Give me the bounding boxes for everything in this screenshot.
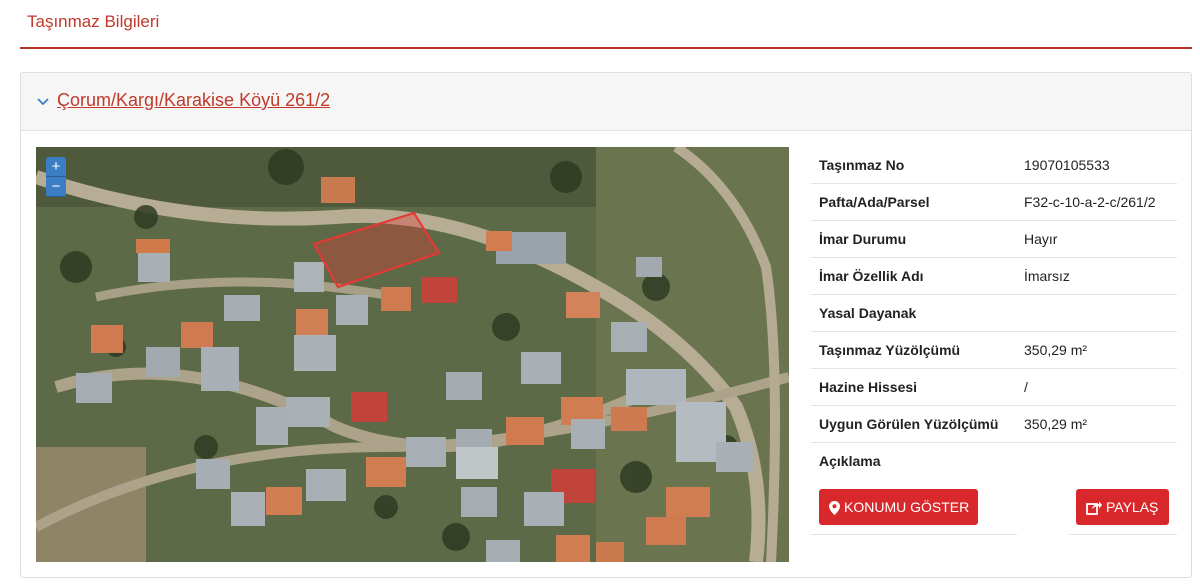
table-row: Uygun Görülen Yüzölçümü 350,29 m² [811, 406, 1177, 443]
zoom-out-button[interactable]: − [46, 177, 66, 197]
row-label: Hazine Hissesi [819, 379, 918, 395]
zoom-in-button[interactable]: + [46, 157, 66, 177]
row-label: Açıklama [819, 453, 881, 469]
parcel-panel: Çorum/Kargı/Karakise Köyü 261/2 + − Taşı… [20, 72, 1192, 578]
table-row: Açıklama [811, 443, 1177, 480]
share-label: PAYLAŞ [1106, 499, 1159, 515]
row-label: Taşınmaz No [819, 157, 905, 173]
parcel-title-link[interactable]: Çorum/Kargı/Karakise Köyü 261/2 [57, 90, 330, 111]
table-row: Yasal Dayanak [811, 295, 1177, 332]
divider [811, 534, 1017, 535]
row-label: İmar Durumu [819, 231, 907, 247]
table-row: İmar Durumu Hayır [811, 221, 1177, 258]
show-location-button[interactable]: KONUMU GÖSTER [819, 489, 978, 525]
row-value: İmarsız [1024, 268, 1070, 284]
divider [1069, 534, 1177, 535]
zoom-control: + − [46, 157, 66, 197]
share-icon [1086, 501, 1102, 516]
row-label: Yasal Dayanak [819, 305, 917, 321]
table-row: Pafta/Ada/Parsel F32-c-10-a-2-c/261/2 [811, 184, 1177, 221]
parcel-map[interactable]: + − [36, 147, 789, 562]
parcel-panel-header[interactable]: Çorum/Kargı/Karakise Köyü 261/2 [21, 73, 1191, 131]
satellite-imagery [36, 147, 789, 562]
row-value: F32-c-10-a-2-c/261/2 [1024, 194, 1156, 210]
row-value: Hayır [1024, 231, 1058, 247]
row-label: Pafta/Ada/Parsel [819, 194, 930, 210]
table-row: Hazine Hissesi / [811, 369, 1177, 406]
row-value: 350,29 m² [1024, 416, 1088, 432]
table-row: Taşınmaz Yüzölçümü 350,29 m² [811, 332, 1177, 369]
row-value: / [1024, 379, 1028, 395]
share-button[interactable]: PAYLAŞ [1076, 489, 1169, 525]
row-label: İmar Özellik Adı [819, 268, 924, 284]
page-header: Taşınmaz Bilgileri [20, 0, 1192, 49]
show-location-label: KONUMU GÖSTER [844, 499, 970, 515]
row-label: Taşınmaz Yüzölçümü [819, 342, 961, 358]
map-marker-icon [829, 501, 840, 516]
row-label: Uygun Görülen Yüzölçümü [819, 416, 999, 432]
table-row: Taşınmaz No 19070105533 [811, 147, 1177, 184]
row-value: 19070105533 [1024, 157, 1110, 173]
info-table: Taşınmaz No 19070105533 Pafta/Ada/Parsel… [811, 147, 1177, 535]
table-row: İmar Özellik Adı İmarsız [811, 258, 1177, 295]
chevron-down-icon[interactable] [36, 95, 50, 109]
row-value: 350,29 m² [1024, 342, 1088, 358]
action-buttons: KONUMU GÖSTER PAYLAŞ [811, 480, 1177, 535]
page-title: Taşınmaz Bilgileri [27, 12, 160, 31]
